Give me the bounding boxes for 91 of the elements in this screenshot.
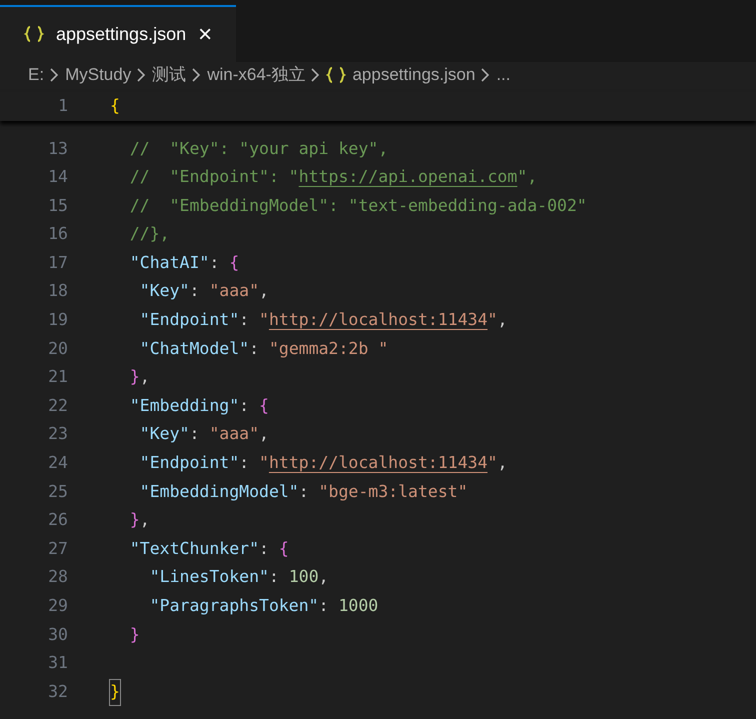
punctuation: : [239,394,250,417]
line-number: 19 [47,309,68,332]
line-number: 20 [47,338,68,360]
line-number: 28 [47,566,68,588]
json-key: "TextChunker" [110,536,260,562]
brace: { [259,394,269,417]
tab-label: appsettings.json [56,23,186,46]
line-number: 17 [47,252,68,274]
comment-link[interactable]: https://api.openai.com [298,165,518,190]
punctuation: : [189,280,200,302]
breadcrumb-item[interactable]: E: [28,62,44,88]
line-number: 15 [47,194,68,217]
brace: } [110,680,120,705]
string-value: "bge-m3:latest" [318,480,468,503]
string-value: "aaa" [209,280,260,302]
number-value: 100 [288,566,319,588]
punctuation: , [259,423,269,446]
punctuation: : [268,566,280,588]
line-number: 23 [47,423,68,446]
json-key: "EmbeddingModel" [110,480,299,504]
code-comment: // "Key": "your api key", [128,138,388,160]
punctuation: , [497,452,508,474]
code-comment: //}, [128,223,170,246]
chevron-icon [137,68,146,82]
breadcrumb-item[interactable]: 测试 [152,62,186,88]
line-number: 26 [47,509,68,532]
line-number: 18 [47,280,68,302]
punctuation: : [298,480,310,503]
punctuation: : [249,338,260,360]
line-number: 30 [47,624,68,646]
punctuation: , [318,566,329,588]
punctuation: : [239,309,250,332]
string-value: " [259,452,269,474]
line-number: 24 [47,452,68,474]
line-number: 1 [57,94,68,117]
punctuation: , [497,309,508,332]
brace: } [128,366,140,388]
chevron-icon [311,68,320,82]
brace: { [278,538,289,560]
json-key: "ChatModel" [110,336,250,362]
line-number: 25 [47,480,68,503]
json-file-icon [326,66,346,84]
json-key: "Key" [110,422,190,448]
json-key: "ChatAI" [110,250,210,276]
line-number: 31 [47,652,68,674]
string-value: "aaa" [209,423,260,446]
punctuation: : [318,595,330,618]
breadcrumb-item[interactable]: win-x64-独立 [207,62,306,88]
string-value: " [488,309,498,332]
editor-tab[interactable]: appsettings.json × [0,5,236,62]
punctuation: : [189,423,200,446]
line-number: 22 [47,394,68,417]
code-comment: // "Endpoint": " [128,166,299,188]
code-comment: // "EmbeddingModel": "text-embedding-ada-002" [128,194,587,217]
chevron-icon [192,68,202,82]
brace: { [110,94,120,117]
number-value: 1000 [338,595,378,618]
line-number: 16 [47,223,68,246]
breadcrumb-item[interactable]: ... [496,62,510,88]
json-key: "Embedding" [110,394,240,419]
line-number: 27 [47,538,68,560]
string-value: "gemma2:2b " [268,338,388,360]
close-icon[interactable]: × [198,22,212,46]
json-key: "Key" [110,279,190,304]
json-key: "Endpoint" [110,451,240,476]
json-key: "ParagraphsToken" [110,594,319,619]
line-number: 21 [47,366,68,388]
json-key: "LinesToken" [110,565,269,590]
brace: { [229,252,240,274]
chevron-icon [50,68,60,82]
punctuation: : [209,252,220,274]
brace: } [128,624,140,646]
url-link[interactable]: http://localhost:11434 [268,451,488,476]
breadcrumb-item[interactable]: appsettings.json [352,62,476,88]
punctuation: : [259,538,270,560]
punctuation: : [239,452,250,474]
punctuation: , [140,509,150,532]
breadcrumb-item[interactable]: MyStudy [65,62,132,88]
punctuation: , [140,366,150,388]
string-value: " [488,452,498,474]
chevron-icon [481,68,490,82]
line-number: 32 [47,680,68,703]
json-key: "Endpoint" [110,308,240,333]
line-number: 14 [47,166,68,188]
punctuation: , [259,280,269,302]
line-number: 29 [47,595,68,618]
code-comment: ", [517,166,538,188]
url-link[interactable]: http://localhost:11434 [268,308,488,333]
brace: } [128,509,140,532]
line-number: 13 [47,138,68,160]
string-value: " [259,309,269,332]
